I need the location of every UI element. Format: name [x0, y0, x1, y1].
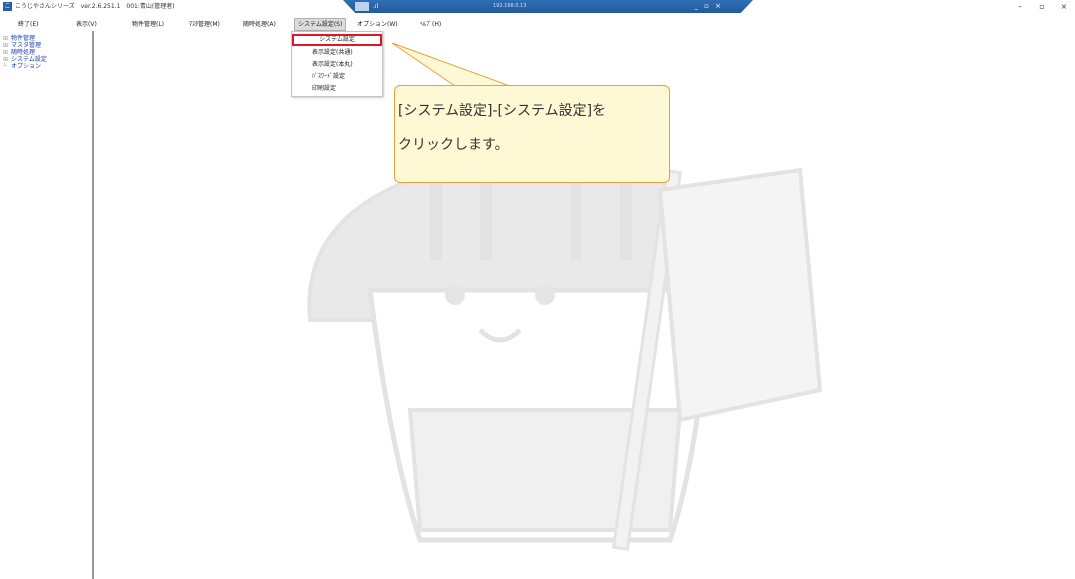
remote-connection-bar: .ıl 192.168.0.13 _ ▫ ×: [343, 0, 753, 13]
minimize-button[interactable]: –: [1009, 0, 1031, 13]
dropdown-item-system-settings[interactable]: システム設定: [292, 34, 382, 46]
mascot-watermark-image: [307, 150, 823, 551]
close-button[interactable]: ×: [1053, 0, 1075, 13]
dropdown-item-display-settings-common[interactable]: 表示設定(共通): [312, 47, 353, 56]
tree-item-ad-hoc-processing[interactable]: ⊞ 随時処理: [3, 49, 47, 56]
tree-item-master-management[interactable]: ⊞ マスタ管理: [3, 42, 47, 49]
instruction-callout: [システム設定]-[システム設定]を クリックします。: [394, 85, 670, 183]
menu-master-management[interactable]: ﾏｽﾀ管理(M): [189, 18, 220, 31]
maximize-button[interactable]: ▫: [1031, 0, 1053, 13]
app-icon: こ: [3, 2, 12, 11]
menu-property-management[interactable]: 物件管理(L): [132, 18, 164, 31]
window-controls: – ▫ ×: [1009, 0, 1075, 13]
expand-icon[interactable]: ⊞: [3, 49, 11, 56]
callout-line-1: [システム設定]-[システム設定]を: [398, 103, 607, 119]
tree-item-label: システム設定: [11, 56, 47, 63]
menu-view[interactable]: 表示(V): [76, 18, 97, 31]
expand-icon[interactable]: ⊞: [3, 42, 11, 49]
sidebar-tree-panel: ⊞ 物件管理 ⊞ マスタ管理 ⊞ 随時処理 ⊞ システム設定 └ オプション: [0, 31, 94, 579]
menu-bar: 終了(E) 表示(V) 物件管理(L) ﾏｽﾀ管理(M) 随時処理(A) システ…: [0, 18, 1075, 31]
menu-help[interactable]: ﾍﾙﾌﾟ(H): [420, 18, 441, 31]
window-title: こうじやさんシリーズ ver.2.6.251.1 001:青山(管理者): [15, 3, 175, 10]
tree-item-system-settings[interactable]: ⊞ システム設定: [3, 56, 47, 63]
tree-branch-icon: └: [3, 63, 7, 70]
tree-item-label: オプション: [11, 63, 42, 70]
remote-screen-icon[interactable]: [355, 2, 369, 11]
dropdown-item-password-settings[interactable]: ﾊﾟｽﾜｰﾄﾞ設定: [312, 71, 345, 80]
tree-item-options[interactable]: └ オプション: [3, 63, 47, 70]
expand-icon[interactable]: ⊞: [3, 35, 11, 42]
tree-item-label: マスタ管理: [11, 42, 42, 49]
tree-item-property-management[interactable]: ⊞ 物件管理: [3, 35, 47, 42]
callout-line-2: クリックします。: [398, 137, 509, 153]
tree-item-label: 随時処理: [11, 49, 36, 56]
nav-tree: ⊞ 物件管理 ⊞ マスタ管理 ⊞ 随時処理 ⊞ システム設定 └ オプション: [3, 35, 47, 70]
title-bar: こ こうじやさんシリーズ ver.2.6.251.1 001:青山(管理者) .…: [0, 0, 1075, 13]
menu-options[interactable]: オプション(W): [357, 18, 398, 31]
menu-exit[interactable]: 終了(E): [18, 18, 38, 31]
dropdown-item-display-settings-honmaru[interactable]: 表示設定(本丸): [312, 59, 353, 68]
dropdown-item-print-settings[interactable]: 印刷設定: [312, 83, 336, 92]
remote-window-controls[interactable]: _ ▫ ×: [694, 0, 723, 13]
tree-item-label: 物件管理: [11, 35, 36, 42]
menu-system-settings[interactable]: システム設定(S): [294, 18, 347, 31]
menu-ad-hoc-processing[interactable]: 随時処理(A): [243, 18, 276, 31]
system-settings-dropdown: システム設定 表示設定(共通) 表示設定(本丸) ﾊﾟｽﾜｰﾄﾞ設定 印刷設定: [291, 31, 383, 97]
signal-icon: .ıl: [373, 3, 379, 10]
remote-ip-label: 192.168.0.13: [493, 3, 527, 9]
expand-icon[interactable]: ⊞: [3, 56, 11, 63]
